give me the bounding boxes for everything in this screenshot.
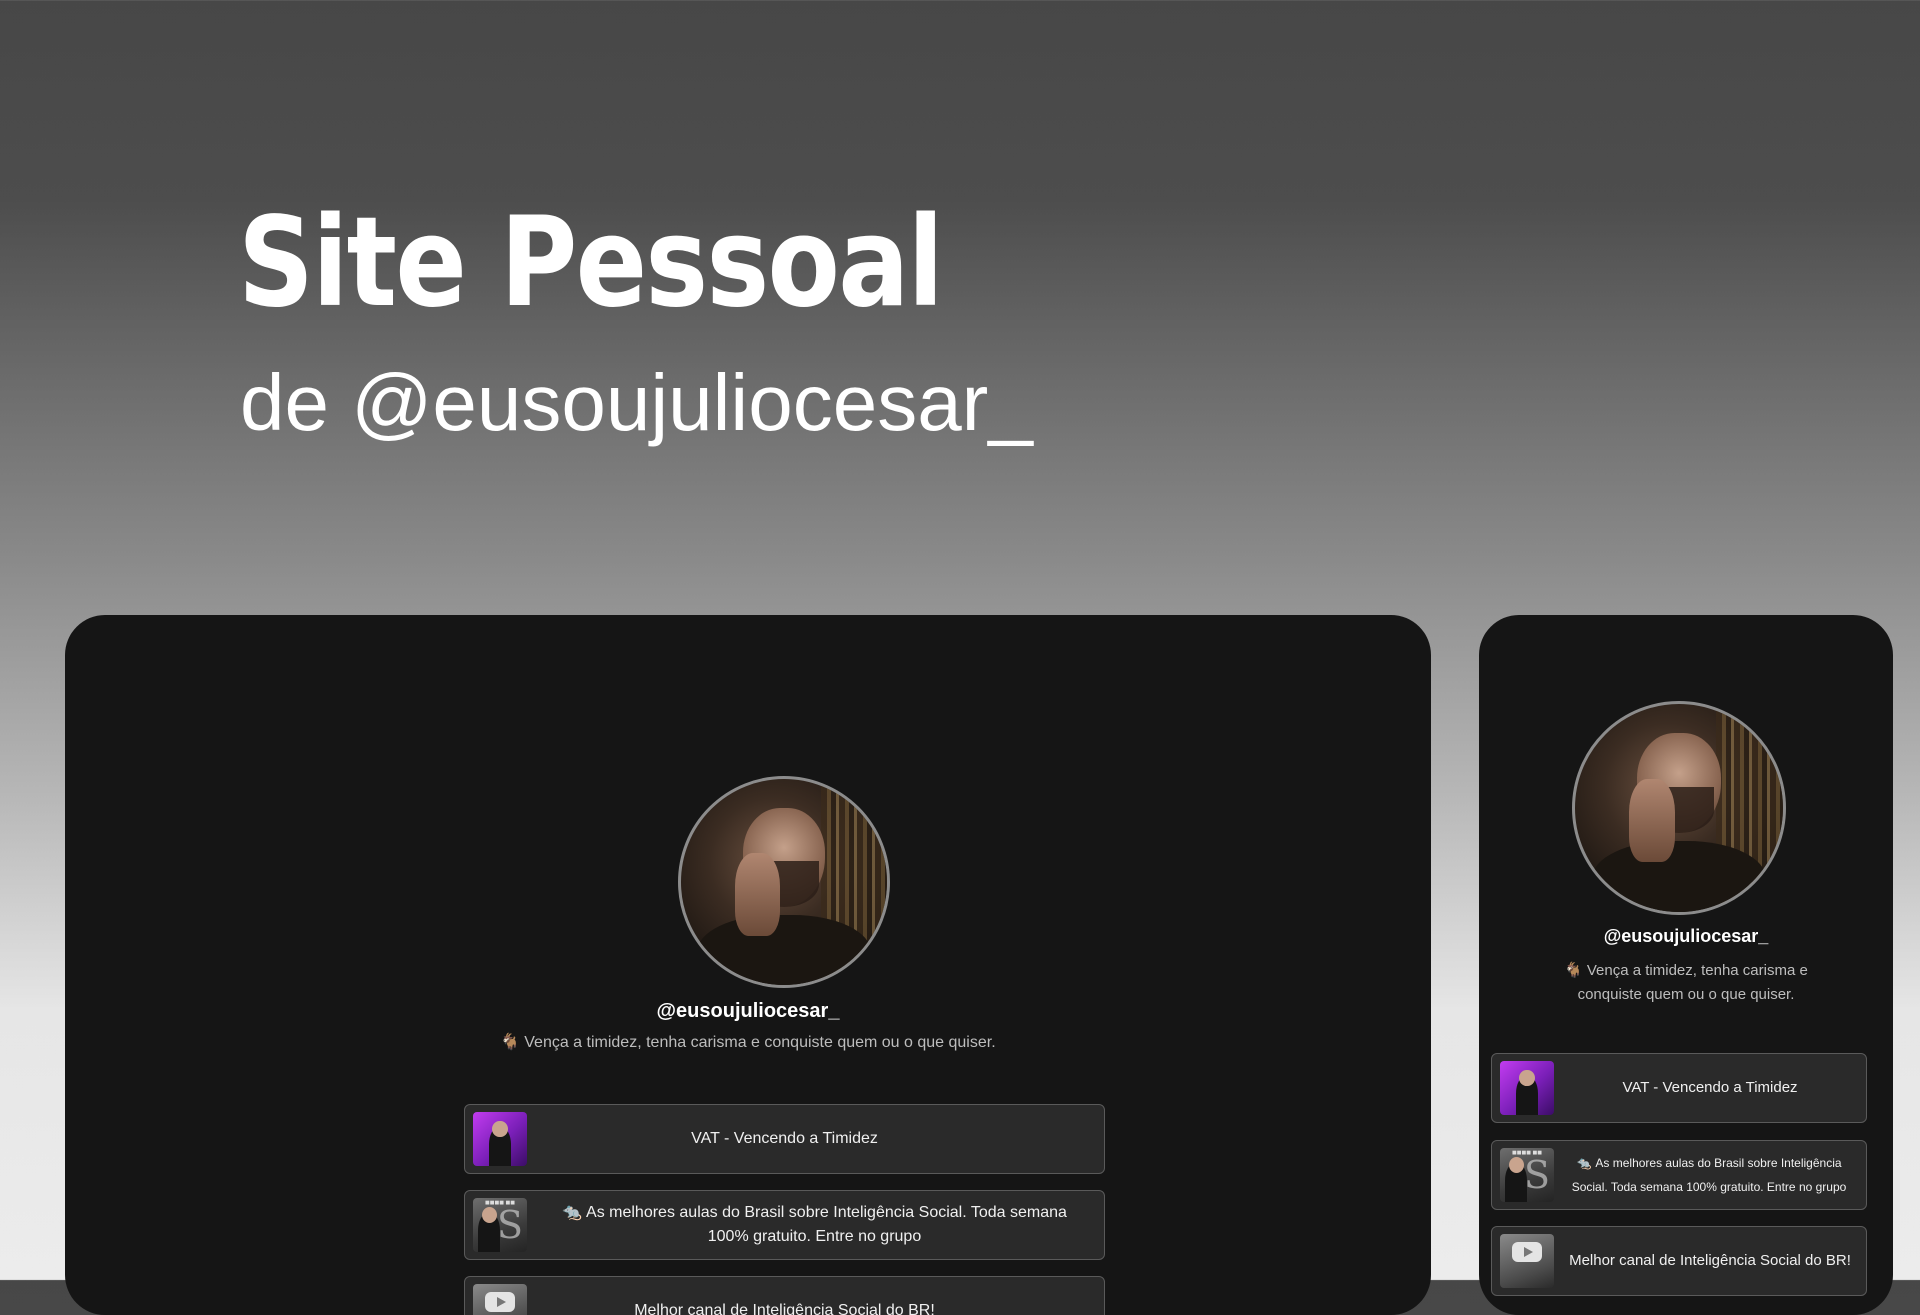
goat-icon: 🐐 — [500, 1034, 521, 1051]
link-card-group[interactable]: ■■■■ ■■ S 🐀 As melhores aulas do Brasil s… — [464, 1190, 1105, 1260]
profile-avatar — [678, 776, 890, 988]
hero-title: Site Pessoal — [238, 191, 944, 335]
profile-avatar-mobile — [1572, 701, 1786, 915]
group-thumbnail-icon: ■■■■ ■■ S — [473, 1198, 527, 1252]
link-card-group-mobile[interactable]: ■■■■ ■■ S 🐀 As melhores aulas do Brasil s… — [1491, 1140, 1867, 1210]
vat-course-thumbnail-icon — [473, 1112, 527, 1166]
link-label-channel: Melhor canal de Inteligência Social do B… — [634, 1302, 935, 1315]
link-label-group-mobile: 🐀 As melhores aulas do Brasil sobre Intel… — [1571, 1156, 1847, 1194]
link-label-group: 🐀 As melhores aulas do Brasil sobre Intel… — [562, 1204, 1067, 1245]
youtube-thumbnail-icon — [473, 1284, 527, 1315]
link-label-vat-mobile: VAT - Vencendo a Timidez — [1622, 1079, 1798, 1096]
profile-username: @eusoujuliocesar_ — [656, 1000, 840, 1022]
profile-bio-mobile: 🐐 Vença a timidez, tenha carisma e conqui… — [1564, 962, 1808, 1003]
group-thumbnail-icon: ■■■■ ■■ S — [1500, 1148, 1554, 1202]
profile-username-mobile: @eusoujuliocesar_ — [1603, 926, 1769, 946]
vat-course-thumbnail-icon — [1500, 1061, 1554, 1115]
rat-icon: 🐀 — [562, 1204, 583, 1221]
rat-icon-mobile: 🐀 — [1576, 1156, 1592, 1170]
hero-subtitle: de @eusoujuliocesar_ — [240, 358, 1033, 447]
link-label-vat: VAT - Vencendo a Timidez — [691, 1130, 878, 1147]
profile-bio-text: Vença a timidez, tenha carisma e conquis… — [524, 1034, 996, 1051]
link-card-channel[interactable]: Melhor canal de Inteligência Social do B… — [464, 1276, 1105, 1315]
profile-bio: 🐐 Vença a timidez, tenha carisma e conqui… — [348, 1033, 1148, 1053]
link-card-channel-mobile[interactable]: Melhor canal de Inteligência Social do B… — [1491, 1226, 1867, 1296]
link-card-vat[interactable]: VAT - Vencendo a Timidez — [464, 1104, 1105, 1174]
desktop-preview: @eusoujuliocesar_ 🐐 Vença a timidez, tenh… — [65, 615, 1431, 1315]
link-label-channel-mobile: Melhor canal de Inteligência Social do B… — [1569, 1252, 1851, 1269]
mobile-preview: @eusoujuliocesar_ 🐐 Vença a timidez, tenh… — [1479, 615, 1893, 1315]
link-card-vat-mobile[interactable]: VAT - Vencendo a Timidez — [1491, 1053, 1867, 1123]
goat-icon-mobile: 🐐 — [1564, 962, 1583, 979]
